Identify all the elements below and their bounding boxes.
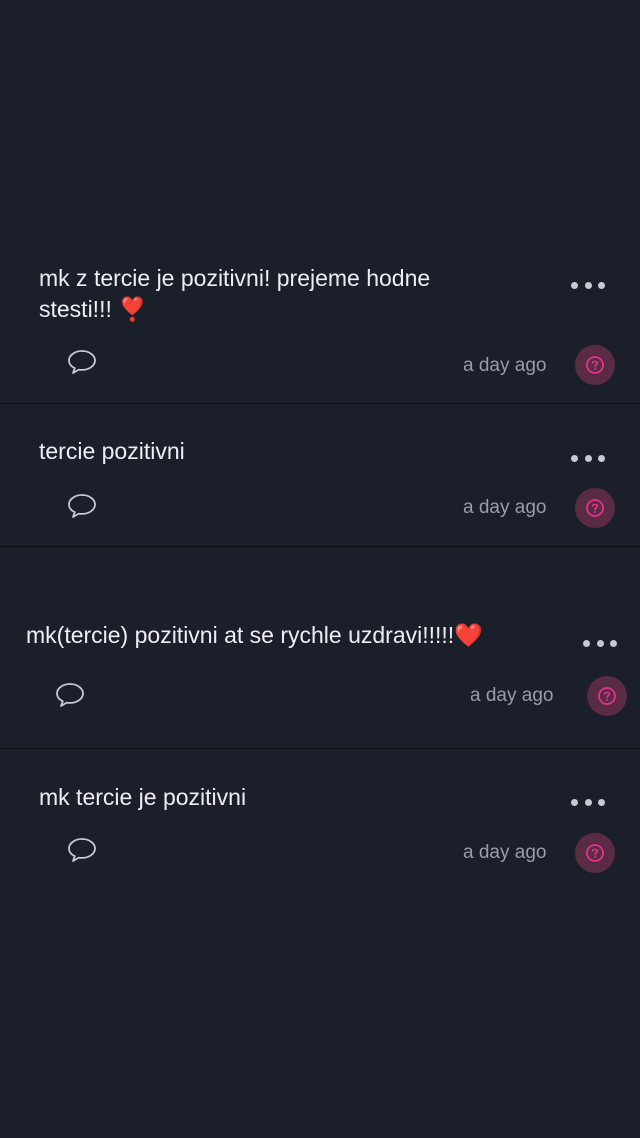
anonymous-avatar-icon[interactable] <box>575 488 615 528</box>
post-timestamp: a day ago <box>463 497 547 518</box>
post-timestamp: a day ago <box>463 842 547 863</box>
more-dots-icon[interactable] <box>571 279 605 291</box>
post-card[interactable]: mk(tercie) pozitivni at se rychle uzdrav… <box>0 547 640 749</box>
anonymous-avatar-icon[interactable] <box>575 345 615 385</box>
post-card[interactable]: mk z tercie je pozitivni! prejeme hodne … <box>0 0 640 404</box>
comment-bubble-icon[interactable] <box>55 682 85 708</box>
more-dots-icon[interactable] <box>571 452 605 464</box>
more-dots-icon[interactable] <box>571 796 605 808</box>
anonymous-avatar-icon[interactable] <box>575 833 615 873</box>
comment-bubble-icon[interactable] <box>67 837 97 863</box>
post-card[interactable]: mk tercie je pozitivni a day ago <box>0 749 640 899</box>
anonymous-avatar-icon[interactable] <box>587 676 627 716</box>
post-text: mk z tercie je pozitivni! prejeme hodne … <box>39 265 431 322</box>
post-timestamp: a day ago <box>470 685 554 706</box>
post-timestamp: a day ago <box>463 355 547 376</box>
post-card[interactable]: tercie pozitivni a day ago <box>0 404 640 547</box>
post-text: mk tercie je pozitivni <box>39 784 247 810</box>
comment-bubble-icon[interactable] <box>67 349 97 375</box>
post-text: tercie pozitivni <box>39 438 185 464</box>
more-dots-icon[interactable] <box>583 637 617 649</box>
post-text: mk(tercie) pozitivni at se rychle uzdrav… <box>26 622 483 648</box>
comment-bubble-icon[interactable] <box>67 493 97 519</box>
